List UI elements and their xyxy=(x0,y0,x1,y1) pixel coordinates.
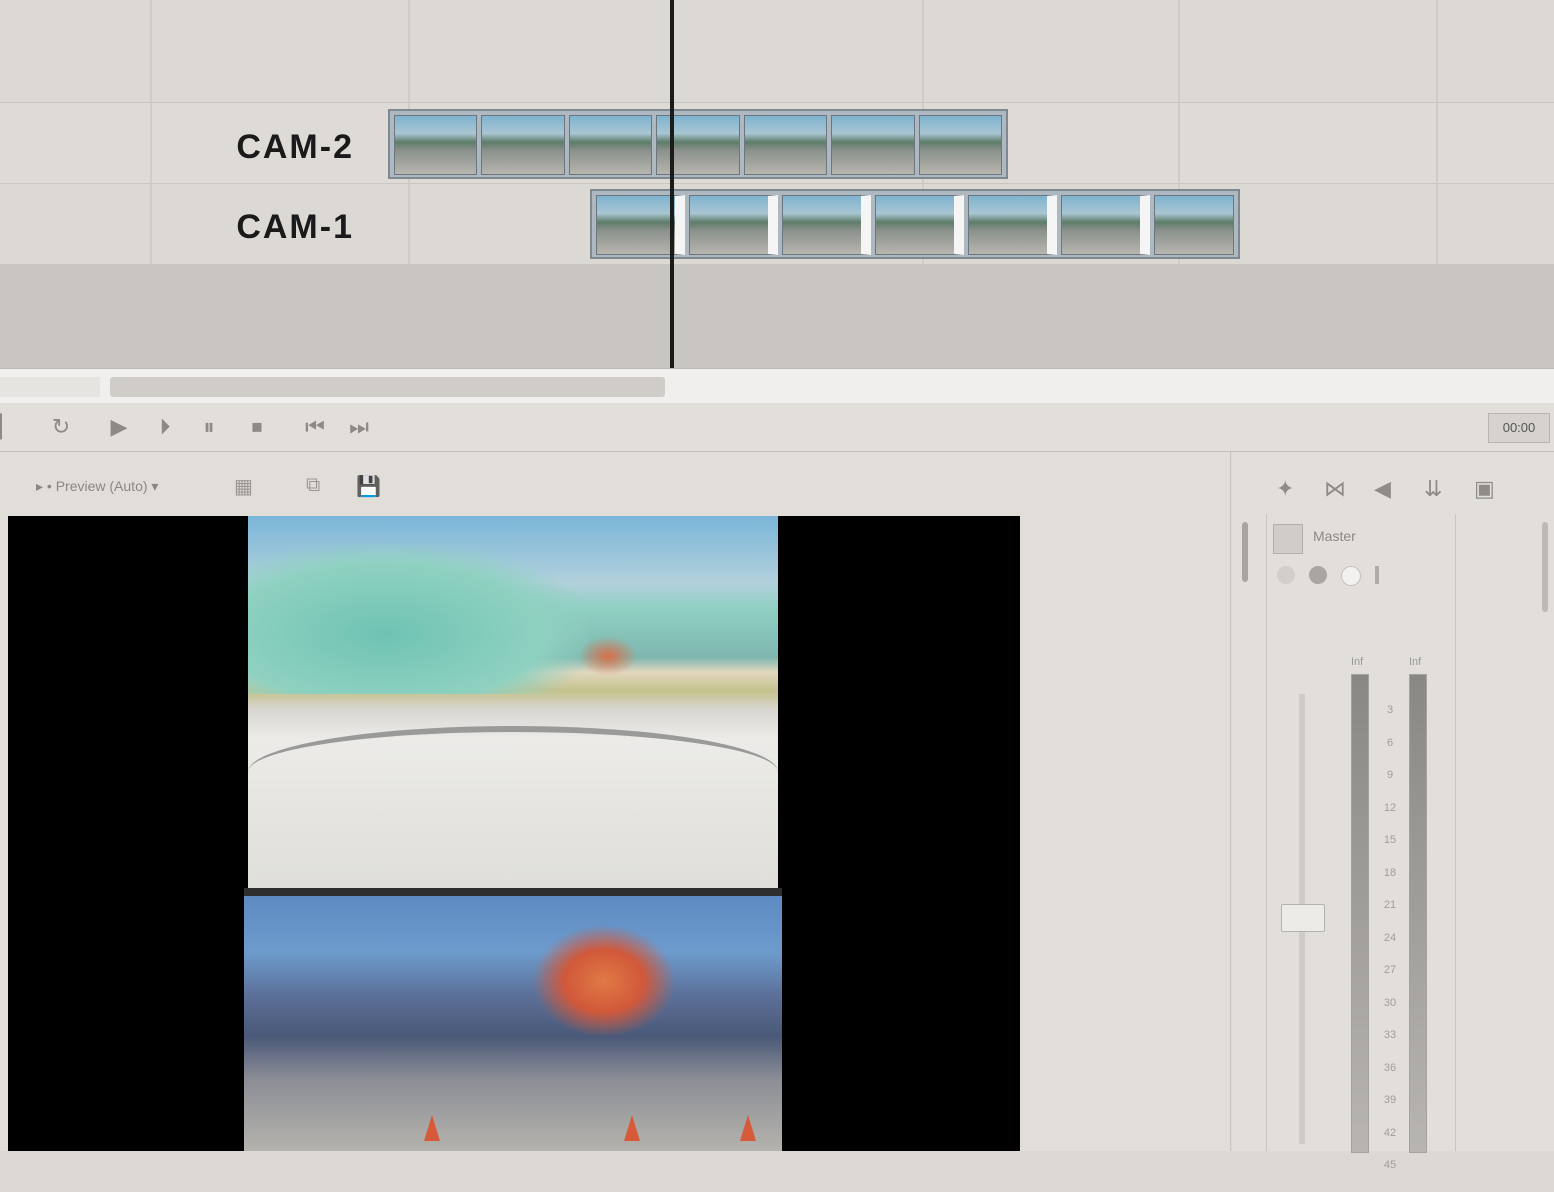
stop-icon[interactable]: ⏹ xyxy=(242,412,272,442)
track-label-cam-1: CAM-1 xyxy=(236,208,354,246)
volume-fader-knob[interactable] xyxy=(1281,904,1325,932)
next-frame-icon[interactable]: ⏭ xyxy=(344,412,374,442)
timeline[interactable]: CAM-2 CAM-1 xyxy=(0,0,1554,370)
save-frame-icon[interactable]: 💾 xyxy=(356,474,381,499)
db-tick: 3 xyxy=(1386,704,1394,716)
cone xyxy=(424,1115,440,1141)
db-tick: 39 xyxy=(1383,1094,1397,1106)
insert-fx-icon[interactable]: ✦ xyxy=(1276,476,1294,502)
clip-thumbnail xyxy=(831,115,915,175)
scrollbar-thumb[interactable] xyxy=(110,377,665,397)
clip-thumbnail xyxy=(1154,195,1234,255)
clip-thumbnail xyxy=(743,115,828,175)
meter-peak-left: Inf xyxy=(1351,656,1364,668)
scrollbar-track-start[interactable] xyxy=(0,377,100,397)
video-clip-cam-2[interactable] xyxy=(388,109,1008,179)
db-tick: 33 xyxy=(1383,1029,1397,1041)
master-label: Master xyxy=(1313,528,1356,544)
fx-icon[interactable] xyxy=(1277,566,1295,584)
pause-icon[interactable]: ⏸ xyxy=(194,412,224,442)
master-bus-icon xyxy=(1273,524,1303,554)
play-from-start-icon[interactable]: ⏵ xyxy=(150,412,180,442)
db-tick: 12 xyxy=(1383,801,1397,814)
cone xyxy=(740,1115,756,1141)
scene-trees xyxy=(248,544,588,694)
overlay-icon[interactable]: ⧉ xyxy=(306,474,320,497)
level-meter-right xyxy=(1409,674,1427,1153)
db-tick: 36 xyxy=(1383,1061,1397,1074)
channel-menu-icon[interactable] xyxy=(1375,566,1379,584)
prev-frame-icon[interactable]: ⏮ xyxy=(300,412,330,442)
timeline-horizontal-scrollbar[interactable] xyxy=(0,368,1554,403)
scene-car-hood xyxy=(248,726,778,772)
db-tick: 15 xyxy=(1383,834,1397,846)
clip-thumbnail xyxy=(918,115,1002,175)
track-label-cam-2: CAM-2 xyxy=(236,128,354,166)
mixer-settings-icon[interactable]: ▣ xyxy=(1474,476,1495,502)
gridline xyxy=(1436,0,1438,265)
db-tick: 6 xyxy=(1386,736,1394,749)
db-tick: 9 xyxy=(1386,769,1394,781)
gridline xyxy=(150,0,152,265)
clip-thumbnail xyxy=(782,195,871,255)
downmix-icon[interactable]: ⇊ xyxy=(1424,476,1442,502)
bus-icon[interactable]: ⋈ xyxy=(1324,476,1346,502)
video-clip-cam-1[interactable] xyxy=(590,189,1240,259)
loop-icon[interactable]: ↻ xyxy=(46,412,76,442)
cone xyxy=(624,1115,640,1141)
timeline-ruler-area[interactable] xyxy=(0,0,1554,103)
clip-thumbnail xyxy=(968,195,1057,255)
level-meter-left xyxy=(1351,674,1369,1153)
clip-thumbnail xyxy=(481,115,565,175)
frame-divider xyxy=(244,888,782,896)
scene-trees xyxy=(534,926,674,1036)
toolbar-handle-icon: ▏ xyxy=(0,414,17,439)
clip-thumbnail xyxy=(656,115,740,175)
timecode-display: 00:00 xyxy=(1488,413,1550,443)
clip-thumbnail xyxy=(1061,195,1150,255)
db-scale: 3 6 9 12 15 18 21 24 27 30 33 36 39 42 4… xyxy=(1375,704,1405,1192)
preview-toolbar: ▸ • Preview (Auto) ▾ ▦ ⧉ 💾 xyxy=(0,452,1230,514)
video-frame-top xyxy=(248,516,778,888)
audio-mixer-panel: ✦ ⋈ ◀ ⇊ ▣ Master Inf Inf 3 6 9 12 15 18 … xyxy=(1232,452,1554,1171)
transport-toolbar: ▏ ↻ ▶ ⏵ ⏸ ⏹ ⏮ ⏭ 00:00 xyxy=(0,403,1554,452)
db-tick: 18 xyxy=(1383,866,1397,879)
split-icon[interactable]: ▦ xyxy=(234,474,253,499)
mixer-scrollbar[interactable] xyxy=(1242,522,1248,582)
db-tick: 27 xyxy=(1383,964,1397,976)
video-frame-bottom xyxy=(244,896,782,1151)
preview-mode-dropdown[interactable]: ▸ • Preview (Auto) ▾ xyxy=(36,478,158,495)
preview-canvas xyxy=(8,516,1020,1151)
clip-thumbnail xyxy=(875,195,964,255)
video-preview-panel: ▸ • Preview (Auto) ▾ ▦ ⧉ 💾 xyxy=(0,452,1231,1151)
scene-bush xyxy=(578,636,638,676)
track-empty-area[interactable] xyxy=(0,265,1554,368)
db-tick: 42 xyxy=(1383,1126,1397,1139)
clip-thumbnail xyxy=(394,115,478,175)
mute-icon[interactable] xyxy=(1309,566,1327,584)
meter-peak-right: Inf xyxy=(1409,656,1422,668)
master-channel-strip: Master Inf Inf 3 6 9 12 15 18 21 24 27 3… xyxy=(1266,514,1456,1171)
db-tick: 30 xyxy=(1383,996,1397,1009)
clip-thumbnail xyxy=(568,115,653,175)
db-tick: 45 xyxy=(1383,1159,1397,1171)
solo-icon[interactable] xyxy=(1341,566,1361,586)
playhead-cursor[interactable] xyxy=(670,0,674,370)
clip-thumbnail xyxy=(689,195,778,255)
mixer-right-scrollbar[interactable] xyxy=(1542,522,1548,612)
db-tick: 24 xyxy=(1383,931,1397,944)
play-icon[interactable]: ▶ xyxy=(104,412,134,442)
speaker-icon[interactable]: ◀ xyxy=(1374,476,1391,502)
db-tick: 21 xyxy=(1383,899,1397,911)
